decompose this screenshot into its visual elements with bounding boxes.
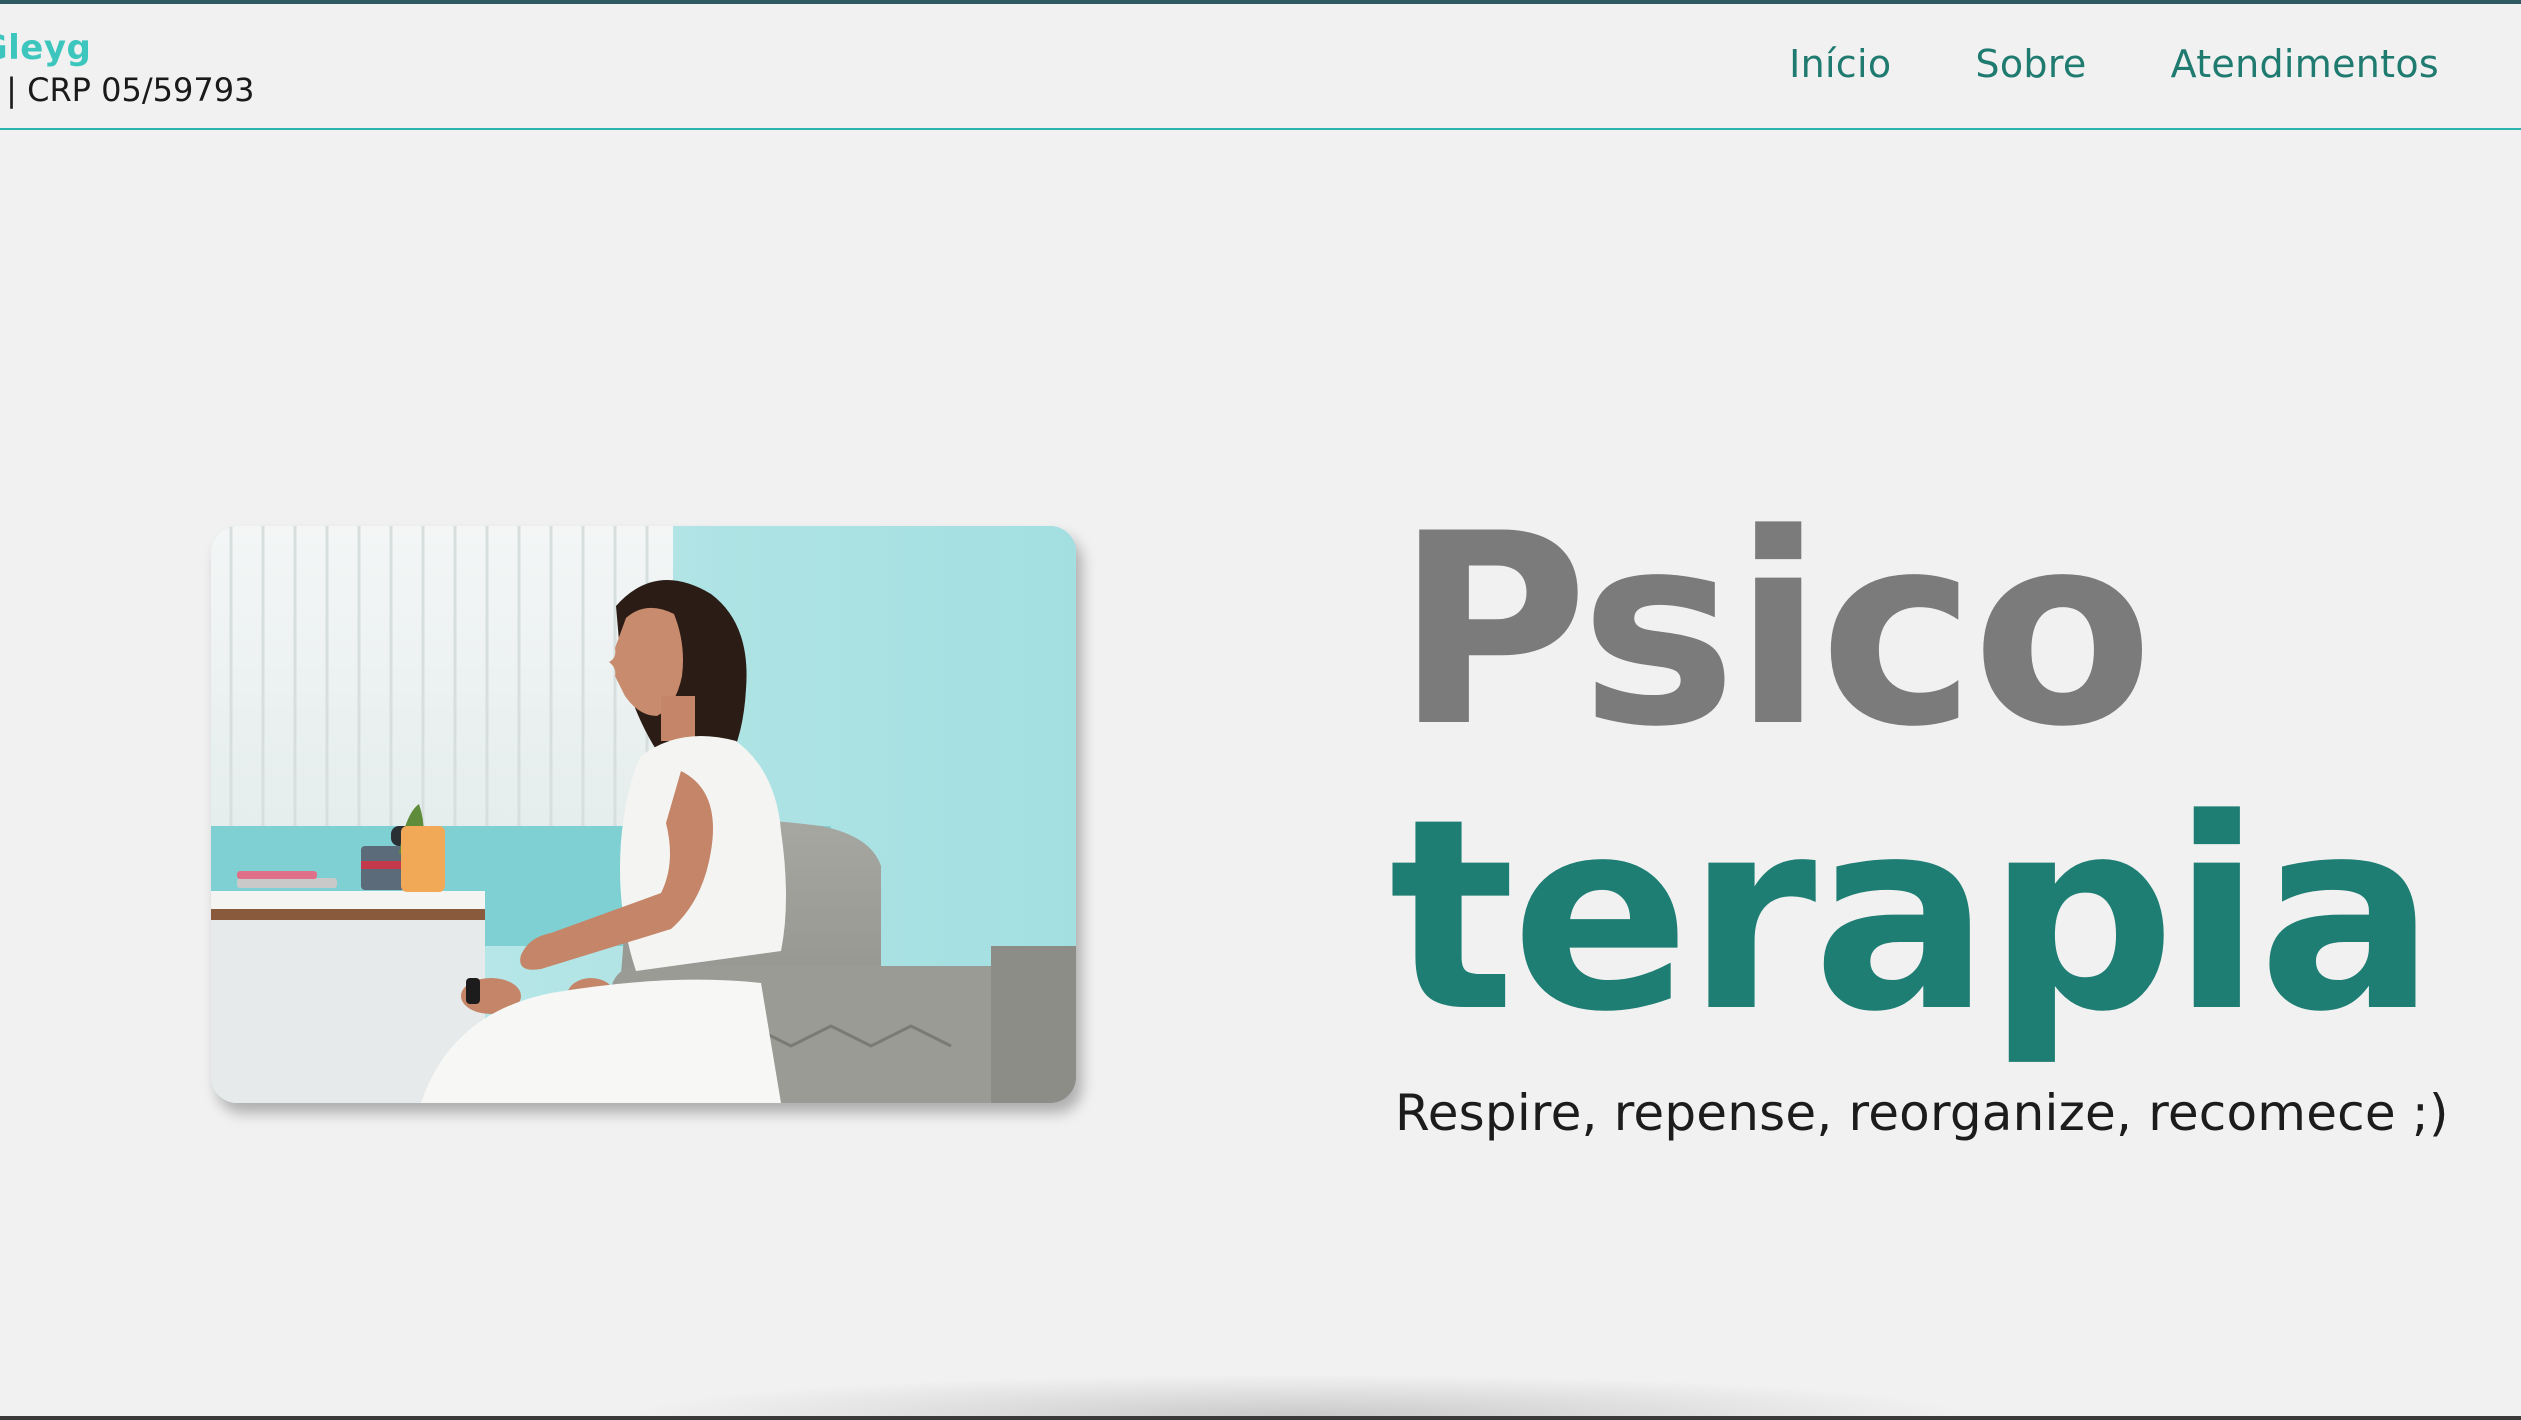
main-nav: Início Sobre Atendimentos xyxy=(1789,42,2439,86)
section-shadow xyxy=(640,1375,1960,1420)
brand-subtitle: óloga | CRP 05/59793 xyxy=(0,71,255,109)
page: am Gleyg óloga | CRP 05/59793 Início Sob… xyxy=(0,0,2521,1420)
brand-name-accent: Gleyg xyxy=(0,28,92,68)
brand-name: am Gleyg xyxy=(0,26,254,70)
nav-link-sobre[interactable]: Sobre xyxy=(1975,42,2086,86)
bottom-edge xyxy=(0,1416,2521,1420)
hero-photo-illustration xyxy=(211,526,1076,1103)
brand[interactable]: am Gleyg óloga | CRP 05/59793 xyxy=(0,26,254,110)
hero-title-line2: terapia xyxy=(1389,763,2436,1070)
nav-link-atendimentos[interactable]: Atendimentos xyxy=(2171,42,2439,86)
hero-photo xyxy=(211,526,1076,1103)
nav-link-inicio[interactable]: Início xyxy=(1789,42,1891,86)
hero-title-line1: Psico xyxy=(1395,478,2153,785)
hero-tagline: Respire, repense, reorganize, recomece ;… xyxy=(1395,1084,2449,1142)
site-header: am Gleyg óloga | CRP 05/59793 Início Sob… xyxy=(0,4,2521,130)
